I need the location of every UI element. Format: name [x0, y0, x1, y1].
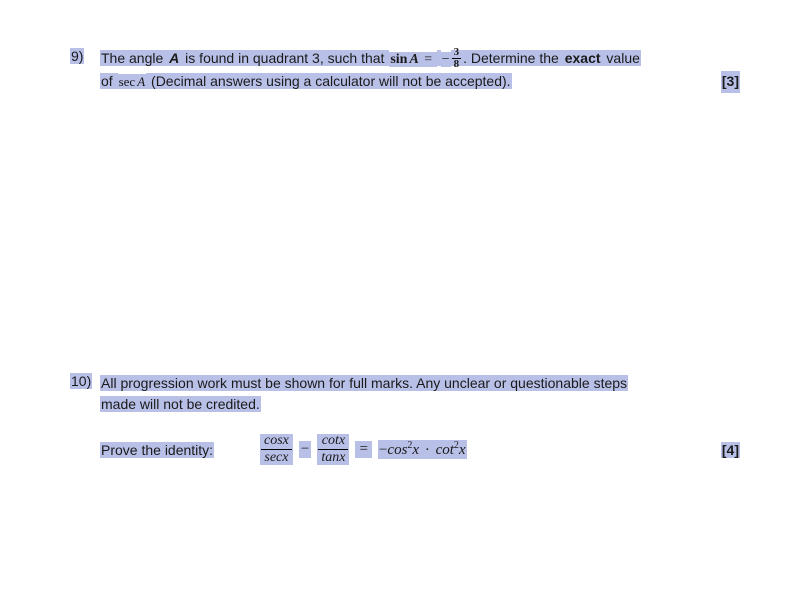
- q9-text-e: value: [602, 50, 641, 66]
- q9-frac-den: 8: [452, 59, 462, 70]
- q9-sec: sec: [118, 74, 137, 89]
- q9-sin: sin: [389, 52, 408, 67]
- q10-number-text: 10): [70, 373, 92, 389]
- q9-l2-A: A: [136, 74, 146, 89]
- q10-rhs-cot: cot: [436, 442, 454, 458]
- q10-rhs-x2: x: [459, 442, 466, 458]
- q10-eq: =: [355, 441, 371, 458]
- q10-lhs-frac1: cosx secx: [261, 434, 292, 465]
- q10-lhs-frac1-wrap: cosx secx: [260, 434, 293, 465]
- q10-rhs-x1: x: [412, 442, 419, 458]
- q9-A2: A: [408, 52, 419, 67]
- q10-lhs-frac2-wrap: cotx tanx: [317, 434, 349, 465]
- q10-marks: [4]: [721, 442, 740, 458]
- q9-line1: The angle A is found in quadrant 3, such…: [100, 48, 740, 71]
- q10-body: All progression work must be shown for f…: [100, 373, 740, 465]
- q9-frac-wrap: 38: [451, 50, 463, 66]
- q10-header: 10) All progression work must be shown f…: [70, 373, 740, 465]
- q10-line2: made will not be credited.: [100, 394, 740, 416]
- q10-f2-num: cotx: [318, 434, 348, 450]
- q9-fraction: 38: [452, 47, 462, 70]
- q10-line1: All progression work must be shown for f…: [100, 373, 740, 395]
- q9-angle-A: A: [168, 50, 180, 66]
- page: 9) The angle A is found in quadrant 3, s…: [0, 0, 800, 507]
- q10-number: 10): [70, 373, 92, 389]
- question-9: 9) The angle A is found in quadrant 3, s…: [70, 48, 740, 93]
- question-10: 10) All progression work must be shown f…: [70, 373, 740, 465]
- q9-l2-a: of: [100, 73, 118, 89]
- q9-eq: =: [420, 52, 437, 67]
- q9-body: The angle A is found in quadrant 3, such…: [100, 48, 740, 93]
- q9-text-a: The angle: [100, 50, 168, 66]
- q10-minus: −: [299, 441, 311, 458]
- q9-number: 9): [70, 48, 92, 64]
- q10-rhs-dot: ·: [423, 442, 432, 458]
- q10-rhs-cos: cos: [387, 442, 407, 458]
- q10-f1-num: cosx: [261, 434, 292, 450]
- q10-f2-den: tanx: [318, 450, 348, 465]
- q10-identity-row: Prove the identity: cosx secx − co: [100, 434, 740, 465]
- q9-l2-b: (Decimal answers using a calculator will…: [146, 73, 511, 89]
- q9-line2: of secA (Decimal answers using a calcula…: [100, 71, 740, 93]
- q9-neg: −: [441, 52, 451, 67]
- q9-exact: exact: [564, 50, 602, 66]
- q10-lhs-frac2: cotx tanx: [318, 434, 348, 465]
- q9-header: 9) The angle A is found in quadrant 3, s…: [70, 48, 740, 93]
- q9-number-text: 9): [70, 48, 84, 64]
- q9-marks: [3]: [721, 71, 740, 93]
- q10-l1-text: All progression work must be shown for f…: [100, 375, 628, 391]
- q10-prove-label: Prove the identity:: [100, 442, 214, 458]
- q10-rhs: −cos2x · cot2x: [378, 440, 467, 459]
- q10-f1-den: secx: [261, 450, 292, 465]
- q10-equation: cosx secx − cotx tanx =: [260, 434, 467, 465]
- q9-text-d: . Determine the: [462, 50, 564, 66]
- q10-l2-text: made will not be credited.: [100, 396, 261, 412]
- q10-prove-label-wrap: Prove the identity:: [100, 442, 260, 458]
- q9-text-c: is found in quadrant 3, such that: [180, 50, 389, 66]
